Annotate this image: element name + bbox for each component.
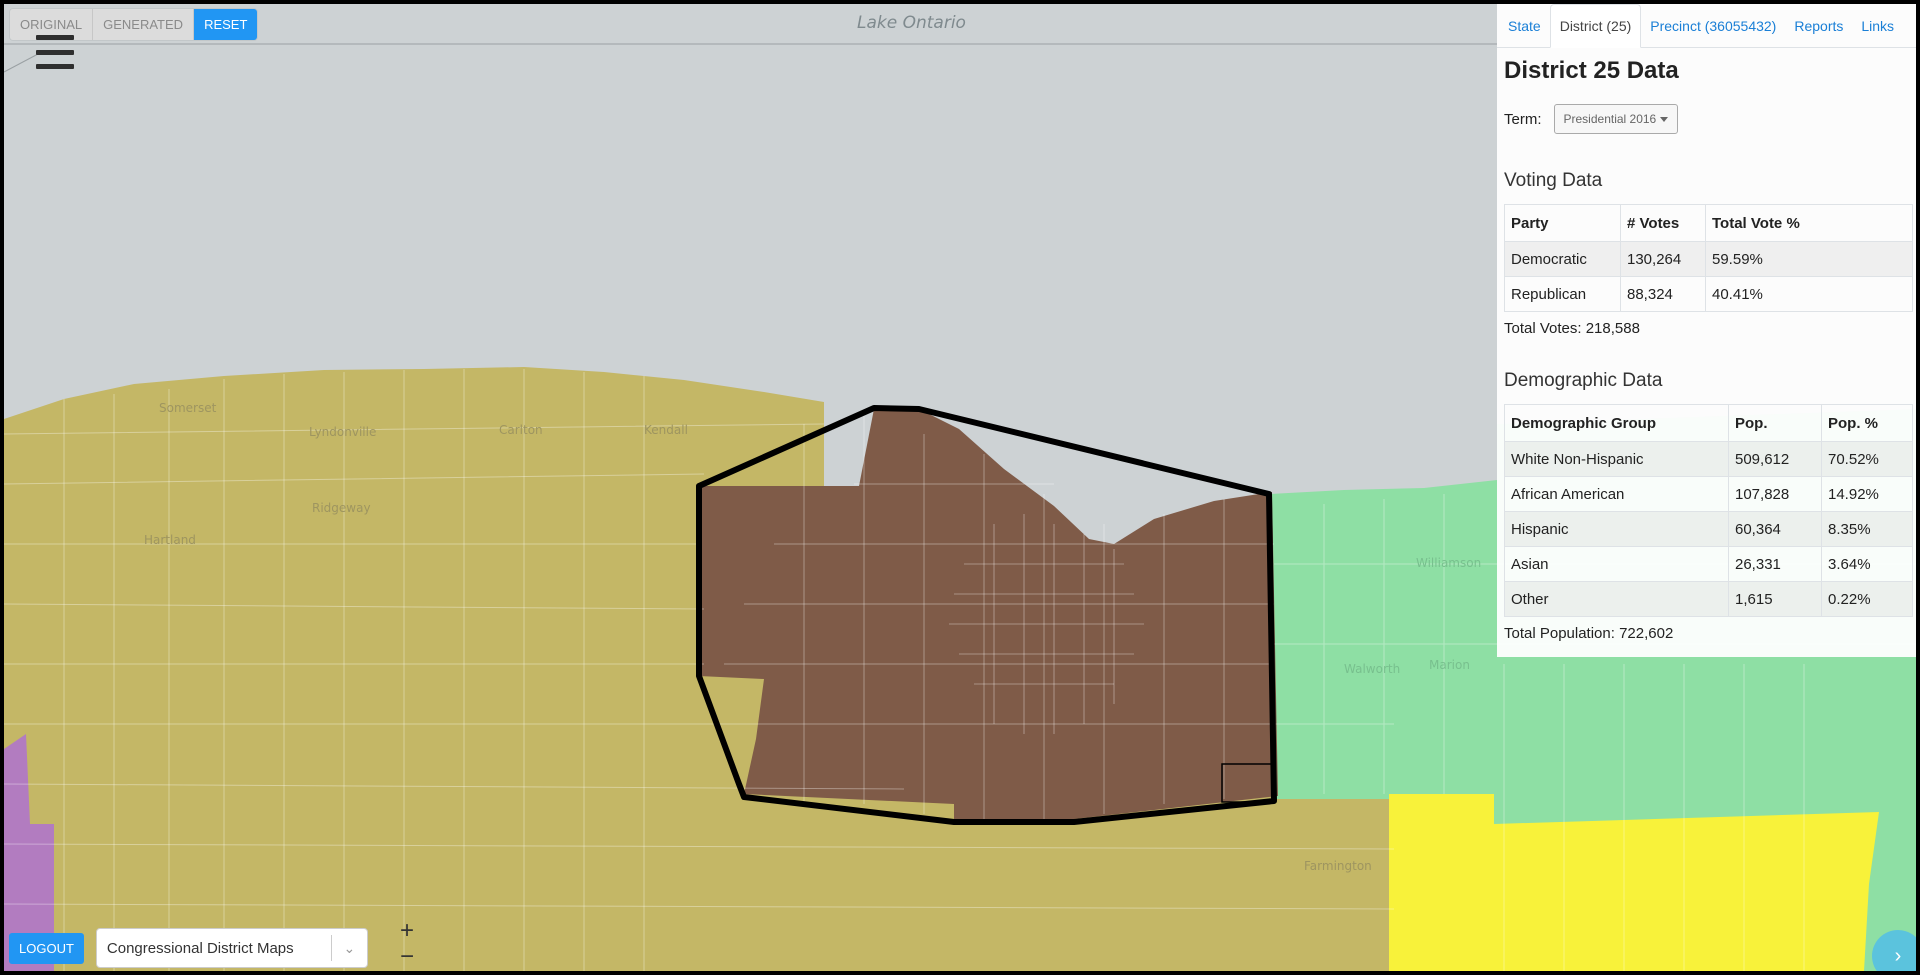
table-row: Asian 26,331 3.64% xyxy=(1504,546,1913,582)
demographic-data-heading: Demographic Data xyxy=(1504,370,1663,391)
pop-cell: 509,612 xyxy=(1728,441,1822,477)
district-info-panel: State District (25) Precinct (36055432) … xyxy=(1497,4,1916,657)
group-cell: Other xyxy=(1504,581,1729,617)
term-value: Presidential 2016 xyxy=(1563,112,1657,126)
zoom-in-button[interactable]: + xyxy=(400,918,414,944)
term-dropdown[interactable]: Presidential 2016 xyxy=(1553,104,1679,134)
place-label: Walworth xyxy=(1344,662,1400,676)
pop-cell: 107,828 xyxy=(1728,476,1822,512)
tab-links[interactable]: Links xyxy=(1852,5,1903,47)
voting-col-party: Party xyxy=(1504,204,1621,242)
demographic-table: Demographic Group Pop. Pop. % White Non-… xyxy=(1504,404,1913,617)
tab-district[interactable]: District (25) xyxy=(1549,4,1642,48)
party-cell: Republican xyxy=(1504,276,1621,312)
total-votes: Total Votes: 218,588 xyxy=(1504,320,1640,337)
place-label: Somerset xyxy=(159,401,217,415)
pop-percent-cell: 70.52% xyxy=(1821,441,1913,477)
percent-cell: 59.59% xyxy=(1705,241,1913,277)
pop-percent-cell: 8.35% xyxy=(1821,511,1913,547)
term-row: Term: Presidential 2016 xyxy=(1504,104,1909,134)
district-yellow xyxy=(1389,794,1879,971)
place-label: Williamson xyxy=(1416,556,1481,570)
bottom-controls: LOGOUT Congressional District Maps ⌄ xyxy=(9,928,368,968)
panel-title: District 25 Data xyxy=(1504,57,1679,84)
pop-cell: 26,331 xyxy=(1728,546,1822,582)
chevron-down-icon: ⌄ xyxy=(330,935,367,961)
group-cell: Hispanic xyxy=(1504,511,1729,547)
place-label: Carlton xyxy=(499,423,543,437)
app-frame: Somerset Lyndonville Carlton Kendall Rid… xyxy=(4,4,1916,971)
place-label: Hartland xyxy=(144,533,196,547)
voting-data-heading: Voting Data xyxy=(1504,170,1603,191)
table-row: Hispanic 60,364 8.35% xyxy=(1504,511,1913,547)
total-population: Total Population: 722,602 xyxy=(1504,625,1674,642)
place-label: Lyndonville xyxy=(309,425,376,439)
pop-cell: 1,615 xyxy=(1728,581,1822,617)
place-label: Ridgeway xyxy=(312,501,371,515)
generated-button[interactable]: GENERATED xyxy=(93,9,195,40)
votes-cell: 130,264 xyxy=(1620,241,1706,277)
votes-cell: 88,324 xyxy=(1620,276,1706,312)
pop-percent-cell: 0.22% xyxy=(1821,581,1913,617)
tab-state[interactable]: State xyxy=(1499,5,1550,47)
demo-col-pop: Pop. xyxy=(1728,404,1822,442)
place-label: Farmington xyxy=(1304,859,1372,873)
group-cell: White Non-Hispanic xyxy=(1504,441,1729,477)
hamburger-icon[interactable] xyxy=(36,35,74,69)
tab-precinct[interactable]: Precinct (36055432) xyxy=(1641,5,1785,47)
voting-col-percent: Total Vote % xyxy=(1705,204,1913,242)
pop-cell: 60,364 xyxy=(1728,511,1822,547)
caret-down-icon xyxy=(1660,116,1669,122)
group-cell: Asian xyxy=(1504,546,1729,582)
table-row: Other 1,615 0.22% xyxy=(1504,581,1913,617)
table-row: White Non-Hispanic 509,612 70.52% xyxy=(1504,441,1913,477)
place-label: Kendall xyxy=(644,423,688,437)
zoom-out-button[interactable]: − xyxy=(400,944,414,970)
reset-button[interactable]: RESET xyxy=(194,9,258,40)
voting-table: Party # Votes Total Vote % Democratic 13… xyxy=(1504,204,1913,312)
zoom-control: + − xyxy=(388,918,426,970)
tab-reports[interactable]: Reports xyxy=(1785,5,1852,47)
place-label: Marion xyxy=(1429,658,1470,672)
percent-cell: 40.41% xyxy=(1705,276,1913,312)
map-type-select[interactable]: Congressional District Maps ⌄ xyxy=(95,928,368,968)
demo-col-group: Demographic Group xyxy=(1504,404,1729,442)
group-cell: African American xyxy=(1504,476,1729,512)
lake-label: Lake Ontario xyxy=(857,13,966,33)
table-row: African American 107,828 14.92% xyxy=(1504,476,1913,512)
pop-percent-cell: 14.92% xyxy=(1821,476,1913,512)
table-row: Democratic 130,264 59.59% xyxy=(1504,241,1913,277)
pop-percent-cell: 3.64% xyxy=(1821,546,1913,582)
party-cell: Democratic xyxy=(1504,241,1621,277)
table-row: Republican 88,324 40.41% xyxy=(1504,276,1913,312)
voting-col-votes: # Votes xyxy=(1620,204,1706,242)
panel-tabs: State District (25) Precinct (36055432) … xyxy=(1497,4,1916,48)
demo-col-percent: Pop. % xyxy=(1821,404,1913,442)
term-label: Term: xyxy=(1504,110,1542,128)
logout-button[interactable]: LOGOUT xyxy=(9,932,84,964)
map-type-value: Congressional District Maps xyxy=(106,939,294,957)
